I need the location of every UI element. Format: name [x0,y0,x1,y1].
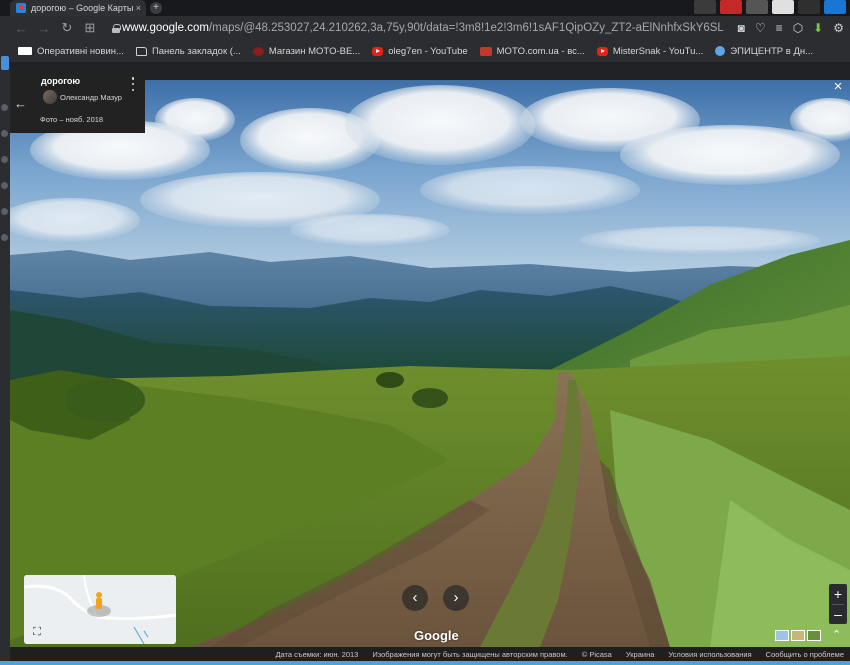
bookmark-item[interactable]: MisterSnak - YouTu... [596,45,704,57]
epicentr-icon [715,46,726,56]
photo-date: Фото – нояб. 2018 [40,115,104,124]
street-view-panorama[interactable] [10,80,850,647]
tab-title: дорогою – Google Карты [31,3,134,13]
picasa-credit: © Picasa [581,649,612,659]
thumbnail[interactable] [798,0,820,14]
photo-thumbnails [775,630,821,642]
bookmark-item[interactable]: ЭПИЦЕНТР в Дн... [715,46,813,57]
capture-date: Дата съемки: июн. 2013 [275,649,359,659]
google-maps-favicon-icon [16,3,26,13]
avatar[interactable] [43,90,57,104]
forward-button[interactable]: → [35,19,53,37]
expand-icon[interactable]: ⛶ [30,625,44,639]
bookmark-label: Панель закладок (... [151,45,241,57]
bookmark-label: MOTO.com.ua - вс... [496,45,585,57]
thumbnail[interactable] [694,0,716,14]
sidebar-active-marker[interactable] [1,56,9,70]
tab-strip: дорогою – Google Карты × + [0,0,850,16]
bookmark-item[interactable]: oleg7en - YouTube [372,45,468,57]
moto-icon [252,46,264,56]
url-path: /maps/@48.253027,24.210262,3a,75y,90t/da… [208,22,724,34]
photo-thumbnail[interactable] [807,630,821,641]
menu-icon[interactable]: ≡ [776,21,783,35]
download-icon[interactable]: ⬇ [813,21,823,35]
heart-icon[interactable]: ♡ [755,21,766,35]
youtube-icon [372,46,384,56]
os-taskbar [0,661,850,665]
close-icon[interactable]: × [831,79,845,94]
tab-close-icon[interactable]: × [136,3,141,13]
sidebar-panel-icon[interactable] [1,234,8,241]
minimap[interactable]: ⛶ [24,575,176,644]
bookmarks-bar: Оперативні новин... Панель закладок (...… [0,40,850,62]
tab-google-maps[interactable]: дорогою – Google Карты × [10,0,146,16]
thumbnail[interactable] [746,0,768,14]
country-link[interactable]: Украина [626,650,655,659]
author-name[interactable]: Олександр Мазур [60,93,122,102]
bookmark-label: Оперативні новин... [37,45,124,57]
sidebar-panel-icon[interactable] [1,156,8,163]
next-photo-button[interactable]: › [443,585,469,611]
zoom-out-button[interactable]: – [829,605,847,623]
collapse-icon[interactable]: ⌃ [832,628,841,641]
sidebar-panel-icon[interactable] [1,104,8,111]
map-footer: Дата съемки: июн. 2013 Изображения могут… [10,647,850,661]
report-problem-link[interactable]: Сообщить о проблеме [766,650,844,659]
uin-icon [18,47,32,55]
browser-toolbar: ← → ↻ ⊞ www.google.com/maps/@48.253027,2… [0,16,850,40]
thumbnail[interactable] [824,0,846,14]
more-options-icon[interactable] [131,77,135,91]
bookmark-item[interactable]: MOTO.com.ua - вс... [479,45,585,57]
youtube-icon [596,46,608,56]
camera-icon[interactable]: ◙ [738,21,745,35]
settings-icon[interactable]: ⚙ [833,21,844,35]
bookmark-item[interactable]: Панель закладок (... [135,45,241,57]
photo-thumbnail[interactable] [775,630,789,641]
bookmark-item[interactable]: Оперативні новин... [18,46,124,57]
back-arrow-icon[interactable]: ← [14,96,27,111]
box-icon[interactable]: ⬡ [793,21,803,35]
sidebar-panel-icon[interactable] [1,182,8,189]
folder-icon [135,46,147,56]
new-tab-button[interactable]: + [150,2,162,14]
window-thumbnails [694,0,850,16]
terms-link[interactable]: Условия использования [668,650,751,659]
bookmark-label: Магазин MOTO-BE... [268,45,361,57]
panorama-photo [10,80,850,647]
zoom-control: + – [829,584,847,624]
thumbnail[interactable] [720,0,742,14]
reload-button[interactable]: ↻ [58,19,76,37]
toolbar-actions: ◙ ♡ ≡ ⬡ ⬇ ⚙ [738,19,844,37]
speed-dial-button[interactable]: ⊞ [81,19,99,37]
sidebar-panel-icon[interactable] [1,208,8,215]
moto-ua-icon [479,46,492,56]
browser-sidebar [0,56,10,665]
address-bar[interactable]: www.google.com/maps/@48.253027,24.210262… [112,19,724,37]
place-title: дорогою [41,76,81,86]
browser-window: дорогою – Google Карты × + ← → ↻ ⊞ www.g… [0,0,850,665]
google-logo: Google [414,628,459,643]
pegman-icon [96,592,102,598]
url-host: www.google.com [122,22,209,34]
back-button[interactable]: ← [12,19,30,37]
previous-photo-button[interactable]: ‹ [402,585,428,611]
bookmark-label: oleg7en - YouTube [388,45,468,57]
bookmark-item[interactable]: Магазин MOTO-BE... [252,45,361,57]
bookmark-label: ЭПИЦЕНТР в Дн... [730,45,814,57]
sidebar-panel-icon[interactable] [1,130,8,137]
thumbnail[interactable] [772,0,794,14]
photo-thumbnail[interactable] [791,630,805,641]
copyright-notice: Изображения могут быть защищены авторски… [372,649,568,659]
photo-info-card: ← дорогою Олександр Мазур Фото – нояб. 2… [10,70,145,133]
bookmark-label: MisterSnak - YouTu... [612,45,704,57]
zoom-in-button[interactable]: + [829,585,847,603]
minimap-roads [24,575,176,644]
